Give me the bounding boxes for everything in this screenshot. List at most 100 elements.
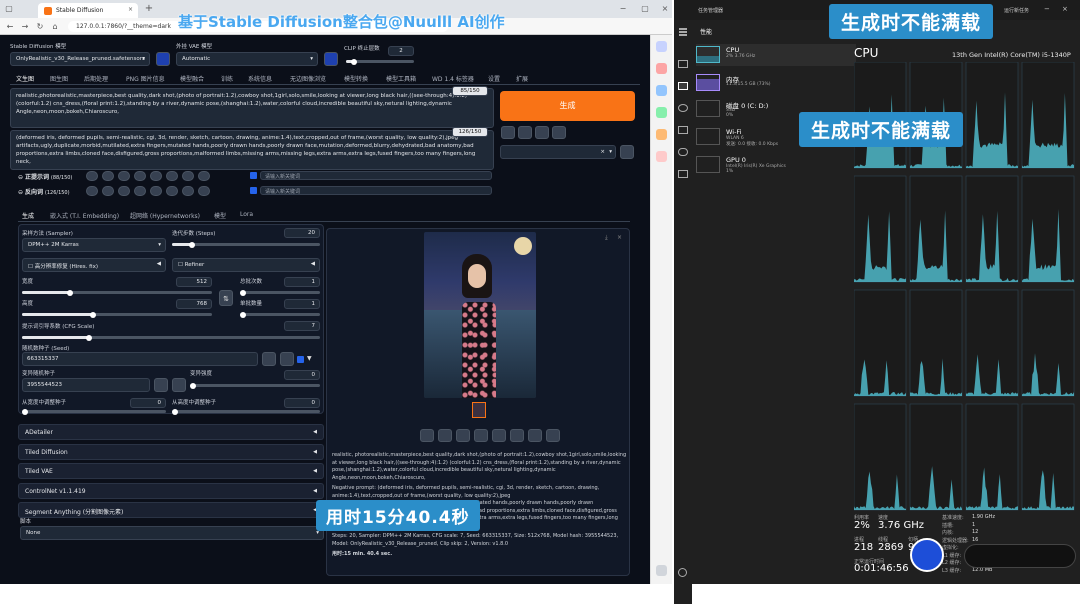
read-params-icon[interactable] <box>501 126 515 139</box>
collapse-icon[interactable]: ◀ <box>311 261 315 267</box>
tab-6[interactable]: 系统信息 <box>248 74 272 83</box>
pos-tag-tool-icon[interactable] <box>150 171 162 181</box>
extra-checkbox[interactable] <box>297 356 304 363</box>
home-icon[interactable]: ⌂ <box>50 22 60 31</box>
tools-icon[interactable] <box>656 85 667 96</box>
checkbox[interactable] <box>250 187 257 194</box>
folder-icon[interactable] <box>420 429 434 442</box>
collections-icon[interactable] <box>656 63 667 74</box>
neg-tag-tool-icon[interactable] <box>182 186 194 196</box>
back-icon[interactable]: ← <box>5 22 15 31</box>
height-input[interactable]: 768 <box>176 299 212 309</box>
tab-12[interactable]: 扩展 <box>516 74 528 83</box>
perf-item-1[interactable]: 内存 11.3/15.5 GB (73%) <box>696 72 856 94</box>
generate-button[interactable]: 生成 <box>500 91 635 121</box>
pos-tag-tool-icon[interactable] <box>102 171 114 181</box>
refiner-row[interactable]: ☐ Refiner ◀ <box>172 258 320 272</box>
checkbox[interactable] <box>250 172 257 179</box>
close-window-icon[interactable]: × <box>660 4 670 13</box>
pos-tag-tool-icon[interactable] <box>86 171 98 181</box>
hires-fix-row[interactable]: ☐ 高分辨率修复 (Hires. fix) ◀ <box>22 258 166 272</box>
tab-8[interactable]: 模型转换 <box>344 74 368 83</box>
neg-tag-tool-icon[interactable] <box>102 186 114 196</box>
height-slider[interactable] <box>22 311 212 318</box>
collapse-icon[interactable]: ◀ <box>313 468 317 474</box>
subtab-2[interactable]: 超网络 (Hypernetworks) <box>130 211 200 220</box>
steps-slider[interactable] <box>172 241 320 248</box>
pos-tag-tool-icon[interactable] <box>182 171 194 181</box>
search-icon[interactable] <box>656 41 667 52</box>
steps-input[interactable]: 20 <box>284 228 320 238</box>
resize-w-input[interactable]: 0 <box>130 398 166 408</box>
refresh-vae-button[interactable] <box>324 52 338 66</box>
script-select[interactable]: None ▾ <box>20 526 324 540</box>
cfg-input[interactable]: 7 <box>284 321 320 331</box>
send-img2img-icon[interactable] <box>474 429 488 442</box>
pos-tag-tool-icon[interactable] <box>134 171 146 181</box>
shopping-icon[interactable] <box>656 129 667 140</box>
perf-item-4[interactable]: GPU 0 Intel(R) Iris(R) Xe Graphics 1% <box>696 154 856 176</box>
styles-icon[interactable] <box>535 126 549 139</box>
collapse-icon[interactable]: ◀ <box>313 488 317 494</box>
checkbox[interactable]: ☐ <box>28 264 33 270</box>
pos-tag-row[interactable]: ⊖ 正提示词 (88/150) <box>18 172 72 181</box>
details-icon[interactable] <box>678 170 688 178</box>
users-icon[interactable] <box>678 148 688 156</box>
batch-count-input[interactable]: 1 <box>284 277 320 287</box>
tab-9[interactable]: 模型工具箱 <box>386 74 416 83</box>
recycle-icon[interactable] <box>280 352 294 366</box>
download-icon[interactable]: ⤓ <box>605 234 608 242</box>
subtab-3[interactable]: 模型 <box>214 211 226 220</box>
tab-4[interactable]: 模型融合 <box>180 74 204 83</box>
refresh-icon[interactable]: ↻ <box>35 22 45 31</box>
menu-icon[interactable] <box>679 28 687 30</box>
browser-tab[interactable]: Stable Diffusion × <box>38 3 138 18</box>
neg-tag-tool-icon[interactable] <box>134 186 146 196</box>
send-inpaint-icon[interactable] <box>492 429 506 442</box>
clipboard-icon[interactable] <box>552 126 566 139</box>
minimize-icon[interactable]: − <box>1044 5 1050 13</box>
var-strength-input[interactable]: 0 <box>284 370 320 380</box>
clear-icon[interactable]: × <box>600 149 605 155</box>
accordion-0[interactable]: ADetailer ◀ <box>18 424 324 440</box>
edit-styles-icon[interactable] <box>620 145 634 159</box>
expand-icon[interactable]: ▼ <box>307 355 312 362</box>
startup-icon[interactable] <box>678 126 688 134</box>
tab-10[interactable]: WD 1.4 标签器 <box>432 74 474 83</box>
clip-input[interactable]: 2 <box>388 46 414 56</box>
close-window-icon[interactable]: × <box>1062 5 1068 13</box>
sparkle-icon[interactable] <box>546 429 560 442</box>
tab-11[interactable]: 设置 <box>488 74 500 83</box>
batch-size-slider[interactable] <box>240 311 320 318</box>
pos-tag-tool-icon[interactable] <box>166 171 178 181</box>
resize-h-slider[interactable] <box>172 408 320 415</box>
generated-image[interactable] <box>424 232 536 398</box>
new-tab-icon[interactable]: + <box>144 4 154 14</box>
office-icon[interactable] <box>656 151 667 162</box>
collapse-icon[interactable]: ◀ <box>157 261 161 267</box>
tab-7[interactable]: 无边图像浏览 <box>290 74 326 83</box>
tab-2[interactable]: 后期处理 <box>84 74 108 83</box>
clip-slider[interactable] <box>346 58 414 65</box>
var-strength-slider[interactable] <box>190 382 320 389</box>
prompt-textarea[interactable]: realistic,photorealistic,masterpiece,bes… <box>10 88 494 128</box>
close-icon[interactable]: × <box>617 234 622 241</box>
zip-icon[interactable] <box>456 429 470 442</box>
subtab-0[interactable]: 生成 <box>22 211 34 220</box>
forward-icon[interactable]: → <box>20 22 30 31</box>
tab-1[interactable]: 图生图 <box>50 74 68 83</box>
accordion-1[interactable]: Tiled Diffusion ◀ <box>18 443 324 460</box>
send-extras-icon[interactable] <box>510 429 524 442</box>
resize-w-slider[interactable] <box>22 408 166 415</box>
seed-input[interactable]: 663315337 <box>22 352 258 366</box>
cfg-slider[interactable] <box>22 334 320 341</box>
subtab-1[interactable]: 嵌入式 (T.I. Embedding) <box>50 211 119 220</box>
neg-tag-tool-icon[interactable] <box>86 186 98 196</box>
assistant-icon[interactable] <box>910 538 944 572</box>
perf-item-0[interactable]: CPU 2% 3.76 GHz <box>696 44 856 66</box>
neg-tag-tool-icon[interactable] <box>166 186 178 196</box>
subtab-4[interactable]: Lora <box>240 211 253 218</box>
dice-icon[interactable] <box>262 352 276 366</box>
minimize-icon[interactable]: − <box>618 4 628 13</box>
run-task-button[interactable]: 运行新任务 <box>1004 7 1029 14</box>
